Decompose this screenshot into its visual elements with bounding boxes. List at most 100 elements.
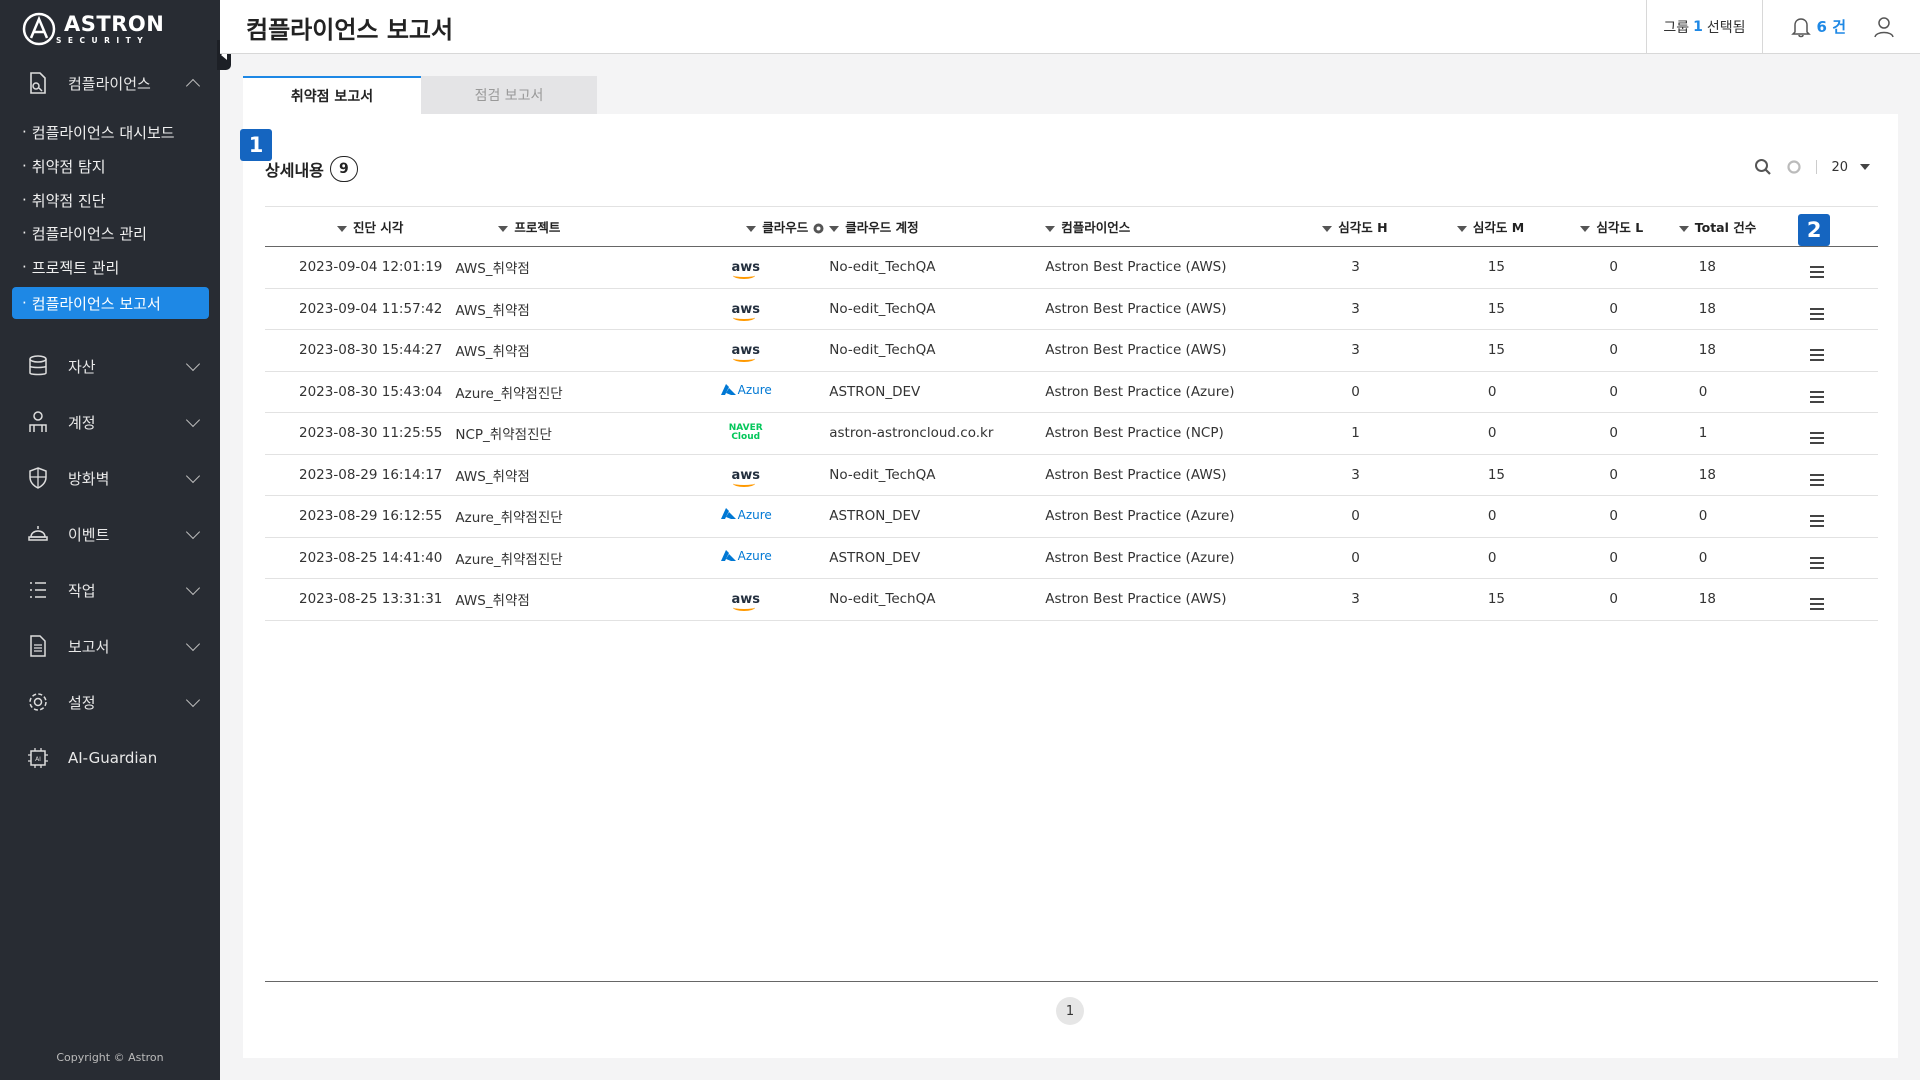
notification-button[interactable]: 6 건 — [1761, 0, 1864, 53]
table-row[interactable]: 2023-08-25 13:31:31 AWS_취약점 aws No-edit_Tec… — [265, 579, 1878, 620]
page-size-value[interactable]: 20 — [1831, 160, 1848, 175]
cell-severity-l: 0 — [1609, 466, 1619, 483]
page-size-dropdown-icon[interactable] — [1860, 164, 1870, 170]
sidebar-section-events[interactable]: 이벤트 — [0, 512, 220, 556]
sidebar-section-settings[interactable]: 설정 — [0, 680, 220, 724]
sidebar-item-label: 컴플라이언스 대시보드 — [31, 123, 175, 142]
sidebar-item-vulnerability-detection[interactable]: · 취약점 탐지 — [12, 150, 209, 182]
user-account-icon — [26, 410, 50, 434]
tab-inspection-report[interactable]: 점검 보고서 — [421, 76, 597, 114]
task-list-icon — [26, 578, 50, 602]
pagination-page[interactable]: 1 — [1056, 997, 1084, 1025]
azure-logo-icon: Azure — [720, 508, 772, 522]
column-header-severity-l[interactable]: 심각도 L — [1579, 207, 1676, 247]
cell-project: AWS_취약점 — [455, 468, 530, 485]
sidebar-section-compliance[interactable]: 컴플라이언스 — [0, 61, 220, 105]
cell-severity-m: 15 — [1487, 591, 1506, 608]
table-header-row: 진단 시각 프로젝트 클라우드 클라우드 계정 컴플라이언스 심각도 H 심각도… — [265, 206, 1878, 247]
astron-logo[interactable]: ASTRON SECURITY — [22, 12, 164, 46]
sidebar-section-label: 작업 — [68, 581, 96, 600]
column-header-severity-m[interactable]: 심각도 M — [1456, 207, 1580, 247]
column-header-cloud[interactable]: 클라우드 — [690, 207, 825, 247]
cell-project: AWS_취약점 — [455, 302, 530, 319]
sidebar-section-reports[interactable]: 보고서 — [0, 624, 220, 668]
sort-icon — [1045, 225, 1056, 232]
cell-severity-m: 15 — [1487, 342, 1506, 359]
row-menu-icon[interactable] — [1810, 349, 1825, 362]
group-selector[interactable]: 그룹 1 선택됨 — [1646, 0, 1761, 53]
naver-cloud-logo-icon: NAVER Cloud — [728, 422, 763, 442]
column-label: 심각도 H — [1338, 220, 1388, 235]
sidebar-section-firewall[interactable]: 방화벽 — [0, 456, 220, 500]
column-header-time[interactable]: 진단 시각 — [265, 207, 442, 247]
cell-total: 18 — [1698, 591, 1716, 608]
copyright-text: Copyright © Astron — [56, 1051, 164, 1064]
chevron-down-icon — [185, 412, 201, 427]
tab-vulnerability-report[interactable]: 취약점 보고서 — [243, 76, 421, 114]
astron-logo-icon — [22, 12, 56, 46]
table-row[interactable]: 2023-09-04 12:01:19 AWS_취약점 aws No-edit_Tec… — [265, 247, 1878, 289]
cell-severity-h: 3 — [1351, 466, 1360, 483]
sidebar-item-label: 컴플라이언스 관리 — [31, 224, 147, 243]
cell-cloud: aws — [690, 454, 825, 496]
column-header-cloud-account[interactable]: 클라우드 계정 — [825, 207, 1043, 247]
chevron-down-icon — [185, 468, 201, 483]
cell-cloud: aws — [690, 247, 825, 289]
search-icon[interactable] — [1754, 158, 1772, 176]
sidebar-section-ai-guardian[interactable]: AI AI-Guardian — [0, 736, 220, 780]
refresh-icon[interactable] — [1786, 159, 1802, 175]
row-menu-icon[interactable] — [1810, 307, 1825, 320]
table-row[interactable]: 2023-09-04 11:57:42 AWS_취약점 aws No-edit_Tec… — [265, 288, 1878, 330]
column-header-total[interactable]: Total 건수 — [1677, 207, 1775, 247]
cell-cloud-account: No-edit_TechQA — [829, 342, 936, 359]
cell-severity-h: 0 — [1351, 508, 1360, 525]
cell-severity-h: 3 — [1351, 591, 1360, 608]
table-toolbar: 20 — [1754, 158, 1870, 176]
row-menu-icon[interactable] — [1810, 432, 1825, 445]
cell-total: 18 — [1698, 300, 1716, 317]
sidebar-section-assets[interactable]: 자산 — [0, 344, 220, 388]
table-row[interactable]: 2023-08-30 15:44:27 AWS_취약점 aws No-edit_Tec… — [265, 330, 1878, 371]
cell-severity-h: 3 — [1351, 259, 1360, 276]
cell-total: 0 — [1698, 549, 1708, 566]
column-label: 클라우드 — [762, 220, 809, 235]
table-row[interactable]: 2023-08-30 15:43:04 Azure_취약점진단 Azure ASTRO… — [265, 371, 1878, 413]
sort-icon — [337, 225, 347, 232]
cell-severity-m: 15 — [1487, 466, 1506, 483]
table-row[interactable]: 2023-08-29 16:12:55 Azure_취약점진단 Azure ASTRO… — [265, 496, 1878, 537]
column-header-compliance[interactable]: 컴플라이언스 — [1043, 207, 1321, 247]
cell-actions — [1775, 454, 1878, 496]
row-menu-icon[interactable] — [1810, 515, 1825, 528]
cell-severity-h: 3 — [1351, 300, 1360, 317]
sidebar-item-vulnerability-diagnosis[interactable]: · 취약점 진단 — [12, 184, 209, 216]
sort-icon — [1678, 225, 1689, 232]
cell-project: Azure_취약점진단 — [455, 385, 563, 402]
column-label: 진단 시각 — [353, 220, 404, 235]
column-label: 심각도 M — [1472, 220, 1525, 235]
sidebar-item-compliance-dashboard[interactable]: · 컴플라이언스 대시보드 — [12, 116, 209, 148]
sidebar-item-compliance-management[interactable]: · 컴플라이언스 관리 — [12, 217, 209, 249]
cell-actions — [1775, 371, 1878, 413]
row-menu-icon[interactable] — [1810, 598, 1825, 611]
aws-logo-icon: aws — [731, 301, 760, 321]
row-menu-icon[interactable] — [1810, 390, 1825, 403]
column-header-project[interactable]: 프로젝트 — [442, 207, 690, 247]
table-row[interactable]: 2023-08-25 14:41:40 Azure_취약점진단 Azure ASTRO… — [265, 537, 1878, 579]
table-row[interactable]: 2023-08-29 16:14:17 AWS_취약점 aws No-edit_Tec… — [265, 454, 1878, 496]
sidebar-item-compliance-report[interactable]: · 컴플라이언스 보고서 — [12, 287, 209, 319]
sidebar-item-label: 취약점 진단 — [31, 191, 106, 210]
sidebar-section-tasks[interactable]: 작업 — [0, 568, 220, 612]
column-label: 심각도 L — [1596, 220, 1644, 235]
cell-cloud: NAVER Cloud — [690, 413, 825, 455]
row-menu-icon[interactable] — [1810, 266, 1825, 279]
chevron-up-icon — [185, 78, 201, 93]
sidebar-item-project-management[interactable]: · 프로젝트 관리 — [12, 251, 209, 283]
row-menu-icon[interactable] — [1810, 473, 1825, 486]
user-profile-button[interactable] — [1864, 0, 1920, 53]
sidebar-section-accounts[interactable]: 계정 — [0, 400, 220, 444]
cloud-settings-gear-icon[interactable] — [812, 222, 825, 235]
column-header-severity-h[interactable]: 심각도 H — [1321, 207, 1456, 247]
table-row[interactable]: 2023-08-30 11:25:55 NCP_취약점진단 NAVER Cloud as… — [265, 413, 1878, 455]
row-menu-icon[interactable] — [1810, 556, 1825, 569]
cell-severity-l: 0 — [1609, 425, 1619, 442]
